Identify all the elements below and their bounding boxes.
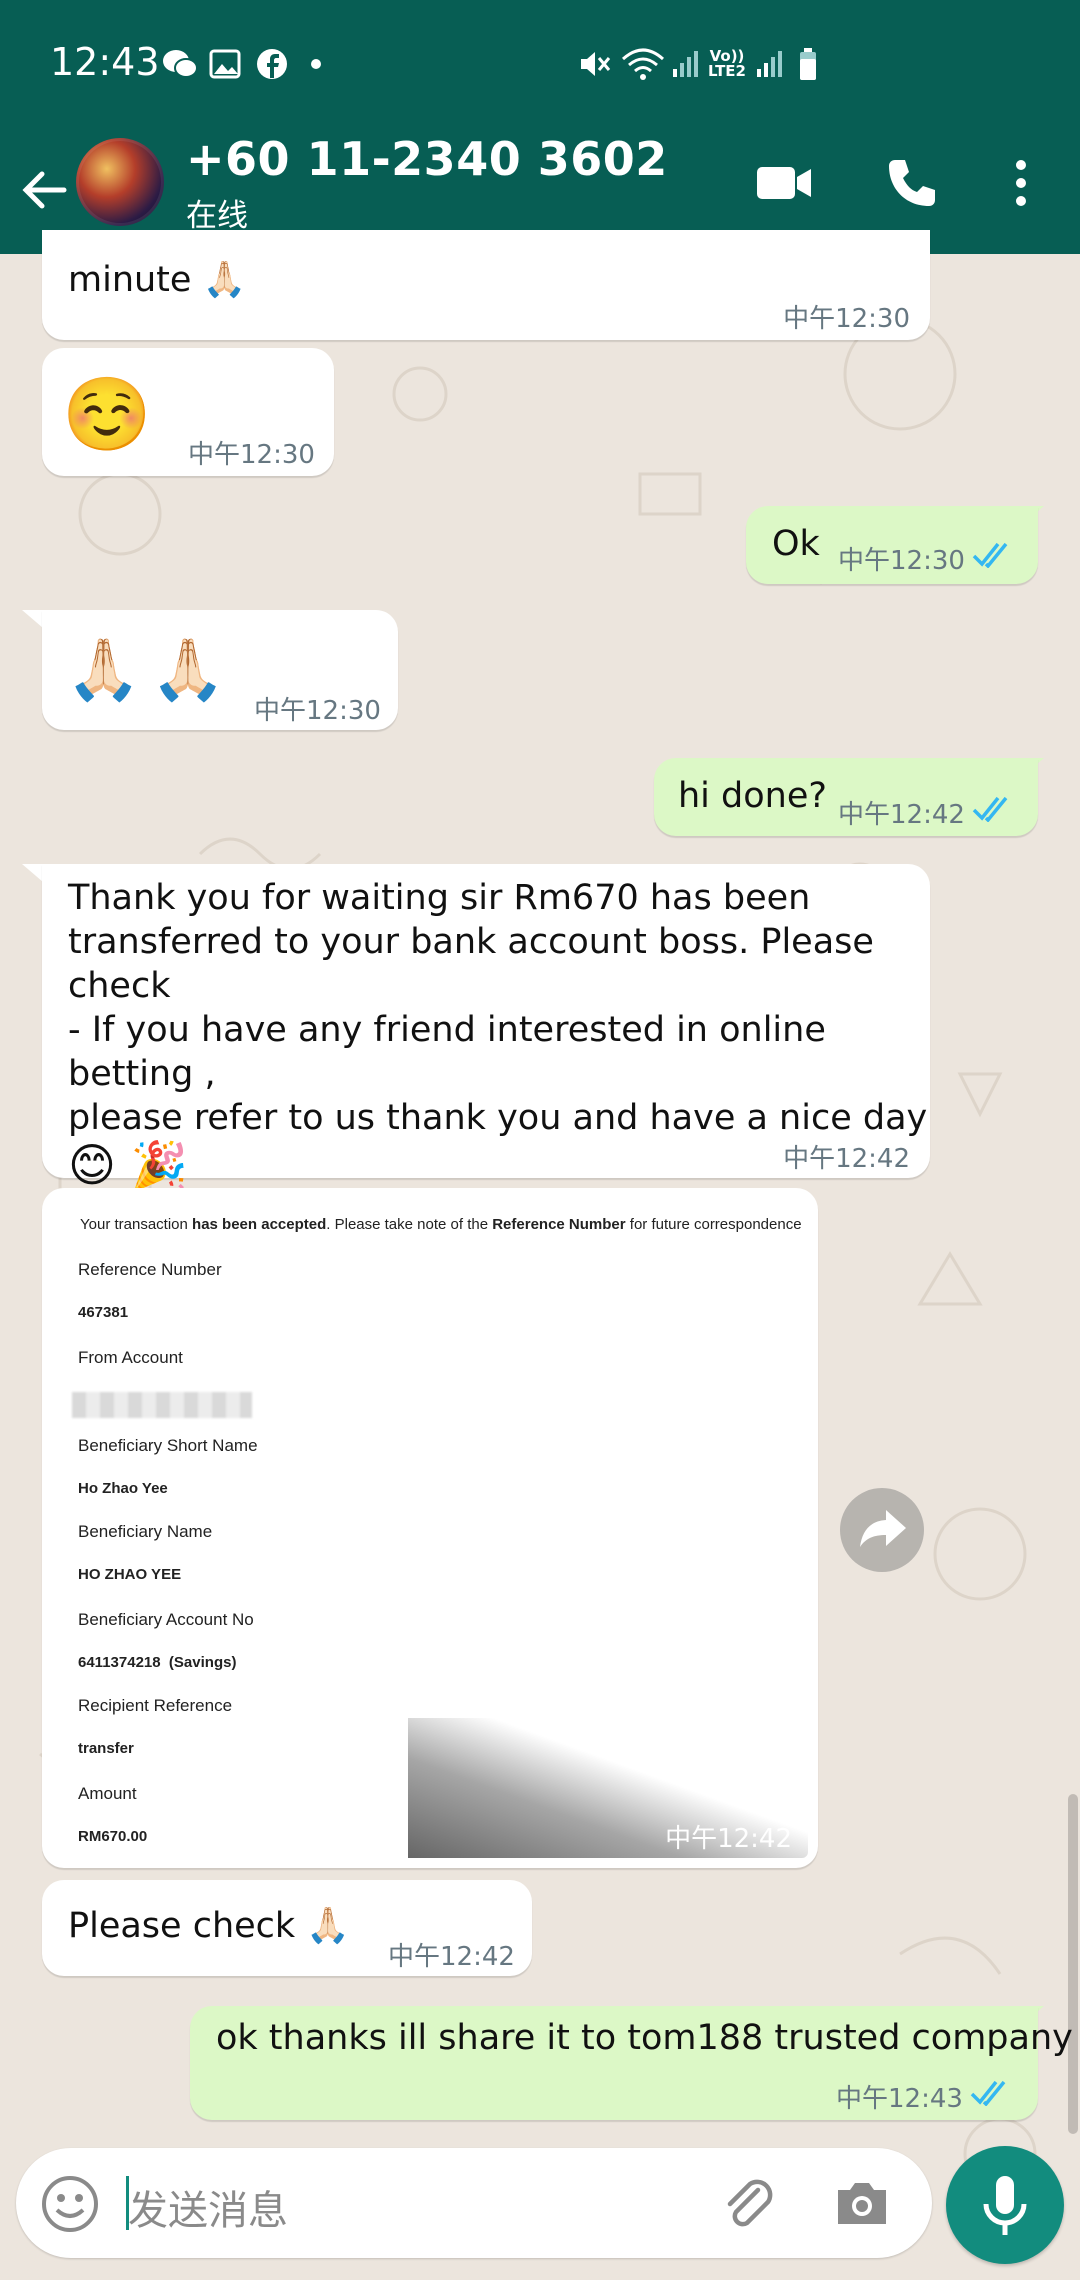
signal-icon [670,44,700,84]
receipt-header: Your transaction has been accepted. Plea… [80,1216,802,1233]
clock: 12:43 [50,40,160,84]
beneficiary-short-name-label: Beneficiary Short Name [78,1436,258,1455]
message-time: 中午12:42 [388,1942,515,1972]
amount-label: Amount [78,1784,137,1803]
status-bar: 12:43 Vo)) LTE2 [0,0,1080,130]
reference-number-label: Reference Number [78,1260,222,1279]
video-call-icon[interactable] [752,150,816,216]
message-time: 中午12:30 [783,304,910,334]
wifi-icon [620,44,666,84]
message-incoming[interactable]: 🙏🏻🙏🏻 中午12:30 [42,610,398,730]
message-outgoing[interactable]: ok thanks ill share it to tom188 trusted… [190,2006,1073,2120]
contact-status: 在线 [186,198,248,234]
receipt-image[interactable]: Your transaction has been accepted. Plea… [48,1196,808,1858]
amount: RM670.00 [78,1828,148,1845]
back-arrow-icon[interactable] [20,158,70,222]
camera-icon[interactable] [834,2178,890,2228]
message-incoming[interactable]: Please check 🙏🏻 中午12:42 [42,1880,532,1976]
beneficiary-account-label: Beneficiary Account No [78,1610,254,1629]
beneficiary-name: HO ZHAO YEE [78,1566,182,1583]
facebook-icon [254,44,290,84]
beneficiary-account: 6411374218 (Savings) [78,1654,237,1671]
read-receipt-icon [970,2080,1006,2106]
attach-icon[interactable] [718,2172,778,2234]
mute-icon [576,44,612,84]
lte2-icon: Vo)) LTE2 [708,47,746,80]
message-incoming[interactable]: minute 🙏🏻 中午12:30 [42,230,930,340]
microphone-icon [983,2176,1027,2235]
message-text: minute 🙏🏻 [68,260,247,300]
wechat-icon [160,44,200,84]
message-time: 中午12:30 [254,696,381,726]
avatar[interactable] [76,138,164,226]
recipient-reference-label: Recipient Reference [78,1696,233,1715]
reference-number: 467381 [78,1304,129,1321]
contact-name[interactable]: +60 11-2340 3602 [186,132,668,186]
forward-button[interactable] [840,1488,924,1572]
beneficiary-short-name: Ho Zhao Yee [78,1480,168,1497]
more-options-icon[interactable] [1006,150,1036,216]
from-account-label: From Account [78,1348,183,1367]
message-text: hi done? [678,776,827,816]
message-line: transferred to your bank account boss. P… [68,922,874,962]
scrollbar[interactable] [1068,1794,1078,2134]
beneficiary-name-label: Beneficiary Name [78,1522,213,1541]
read-receipt-icon [972,796,1008,822]
message-composer[interactable]: 发送消息 [16,2148,932,2258]
voice-record-button[interactable] [946,2146,1064,2264]
message-time: 中午12:30 [838,546,965,576]
message-incoming[interactable]: Thank you for waiting sir Rm670 has been… [42,864,930,1190]
message-outgoing[interactable]: Ok 中午12:30 [746,506,1038,584]
message-time: 中午12:43 [836,2084,963,2114]
message-time: 中午12:30 [188,440,315,470]
gallery-icon [208,44,242,84]
message-time: 中午12:42 [783,1144,910,1174]
message-line: please refer to us thank you and have a … [68,1098,928,1138]
dot-icon [306,44,326,84]
message-line: Thank you for waiting sir Rm670 has been [68,878,811,918]
message-incoming[interactable]: ☺️ 中午12:30 [42,348,334,476]
message-line: check [68,966,171,1006]
message-emoji: ☺️ [62,372,152,456]
message-time: 中午12:42 [665,1824,792,1854]
message-emoji: 🙏🏻🙏🏻 [66,635,236,705]
redacted-account [72,1392,252,1418]
battery-icon [796,44,820,84]
voice-call-icon[interactable] [880,150,940,216]
message-outgoing[interactable]: hi done? 中午12:42 [654,758,1038,836]
recipient-reference: transfer [78,1740,134,1757]
message-input[interactable]: 发送消息 [128,2178,288,2236]
emoji-icon[interactable] [40,2174,100,2234]
forward-icon [860,1510,906,1547]
message-text: Please check 🙏🏻 [68,1906,350,1946]
message-text: Ok [772,524,820,564]
message-line: - If you have any friend interested in o… [68,1010,826,1094]
signal-icon [754,44,784,84]
read-receipt-icon [972,542,1008,568]
message-time: 中午12:42 [838,800,965,830]
message-text: ok thanks ill share it to tom188 trusted… [216,2018,1073,2058]
